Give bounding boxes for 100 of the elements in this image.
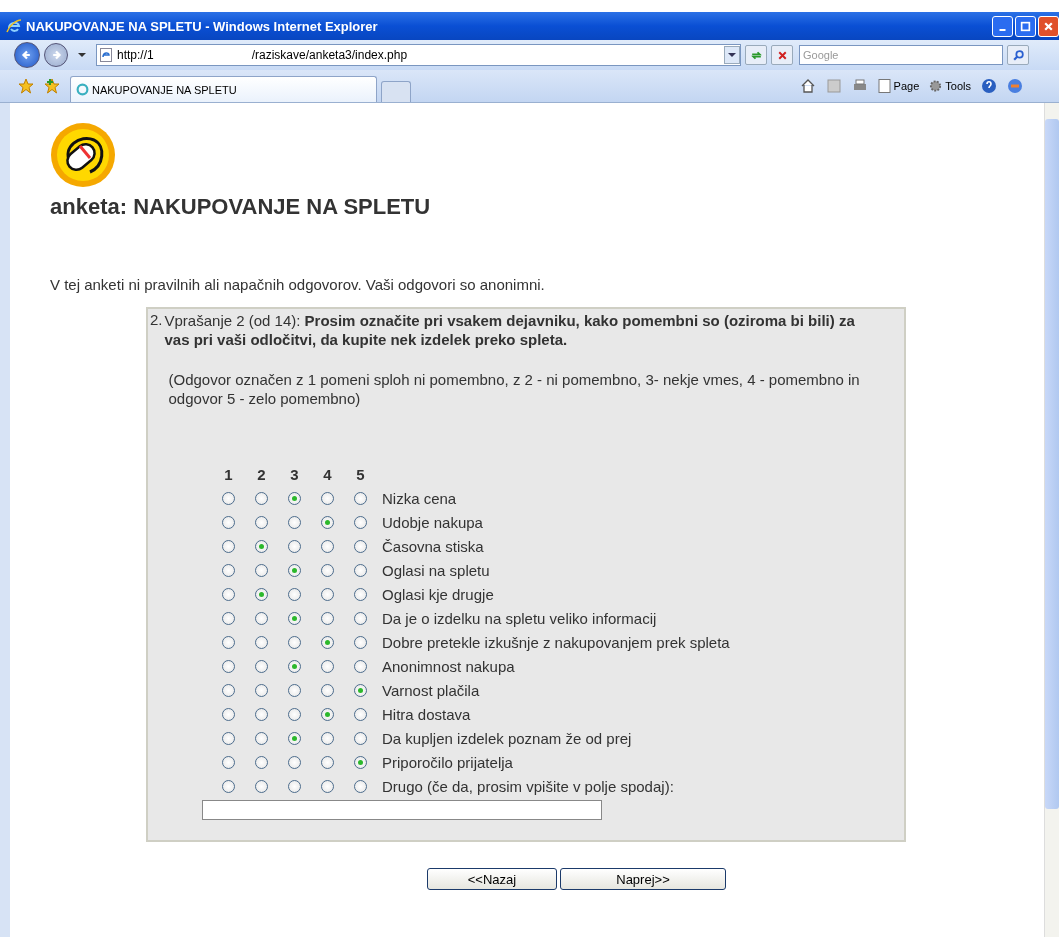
- help-icon[interactable]: [981, 78, 997, 94]
- radio-button[interactable]: [321, 707, 334, 721]
- radio-button[interactable]: [255, 635, 268, 649]
- radio-button[interactable]: [321, 587, 334, 601]
- scale-label: 3: [289, 465, 300, 483]
- radio-button[interactable]: [321, 683, 334, 697]
- radio-button[interactable]: [288, 707, 301, 721]
- radio-button[interactable]: [255, 491, 268, 505]
- radio-button[interactable]: [255, 707, 268, 721]
- scrollbar[interactable]: [1044, 103, 1059, 937]
- radio-button[interactable]: [222, 539, 235, 553]
- factor-label: Oglasi kje drugje: [382, 585, 494, 603]
- radio-button[interactable]: [222, 587, 235, 601]
- close-icon: [1043, 20, 1054, 32]
- radio-button[interactable]: [288, 731, 301, 745]
- radio-button[interactable]: [255, 779, 268, 793]
- radio-button[interactable]: [255, 731, 268, 745]
- radio-button[interactable]: [255, 683, 268, 697]
- radio-button[interactable]: [321, 611, 334, 625]
- radio-button[interactable]: [222, 611, 235, 625]
- radio-button[interactable]: [288, 563, 301, 577]
- stop-button[interactable]: [771, 45, 793, 65]
- radio-button[interactable]: [354, 779, 367, 793]
- star-icon[interactable]: [18, 78, 34, 94]
- radio-button[interactable]: [354, 539, 367, 553]
- radio-button[interactable]: [321, 731, 334, 745]
- loading-icon: [76, 83, 89, 96]
- radio-button[interactable]: [321, 659, 334, 673]
- radio-button[interactable]: [255, 563, 268, 577]
- radio-button[interactable]: [288, 779, 301, 793]
- radio-button[interactable]: [354, 707, 367, 721]
- radio-button[interactable]: [354, 755, 367, 769]
- tools-menu[interactable]: Tools: [929, 79, 971, 93]
- next-button[interactable]: Naprej>>: [560, 868, 726, 890]
- back-button[interactable]: <<Nazaj: [427, 868, 557, 890]
- radio-button[interactable]: [288, 683, 301, 697]
- radio-button[interactable]: [255, 587, 268, 601]
- radio-button[interactable]: [321, 755, 334, 769]
- radio-button[interactable]: [288, 635, 301, 649]
- radio-button[interactable]: [255, 755, 268, 769]
- close-button[interactable]: [1038, 15, 1059, 37]
- refresh-button[interactable]: [745, 45, 767, 65]
- home-icon[interactable]: [799, 78, 816, 94]
- radio-button[interactable]: [288, 659, 301, 673]
- radio-button[interactable]: [222, 779, 235, 793]
- radio-button[interactable]: [222, 563, 235, 577]
- radio-button[interactable]: [222, 755, 235, 769]
- radio-button[interactable]: [321, 491, 334, 505]
- radio-button[interactable]: [288, 755, 301, 769]
- radio-button[interactable]: [321, 515, 334, 529]
- maximize-icon: [1020, 20, 1031, 32]
- radio-button[interactable]: [222, 683, 235, 697]
- search-icon: [1011, 48, 1025, 62]
- radio-button[interactable]: [354, 731, 367, 745]
- radio-button[interactable]: [321, 563, 334, 577]
- radio-button[interactable]: [222, 515, 235, 529]
- radio-button[interactable]: [222, 731, 235, 745]
- minimize-icon: [999, 29, 1006, 31]
- scale-label: 4: [322, 465, 333, 483]
- radio-button[interactable]: [288, 515, 301, 529]
- radio-button[interactable]: [255, 659, 268, 673]
- dropdown-button[interactable]: [724, 46, 740, 64]
- radio-button[interactable]: [222, 707, 235, 721]
- back-button[interactable]: [14, 42, 40, 68]
- page-menu[interactable]: Page: [877, 79, 920, 93]
- browser-tab[interactable]: NAKUPOVANJE NA SPLETU: [70, 76, 377, 102]
- question-text: Vprašanje 2 (od 14): Prosim označite pri vsakem dejavniku, kako pomembni so (oziroma bi bili) za vas pri vaši odločitvi, da kupite nek izdelek preko spleta.: [164, 311, 856, 349]
- add-favorite-icon[interactable]: [44, 78, 60, 94]
- radio-button[interactable]: [354, 563, 367, 577]
- radio-button[interactable]: [354, 515, 367, 529]
- radio-button[interactable]: [354, 659, 367, 673]
- radio-button[interactable]: [354, 683, 367, 697]
- radio-button[interactable]: [321, 635, 334, 649]
- radio-button[interactable]: [222, 491, 235, 505]
- forward-button[interactable]: [44, 43, 68, 67]
- radio-button[interactable]: [288, 611, 301, 625]
- radio-button[interactable]: [222, 635, 235, 649]
- radio-button[interactable]: [288, 587, 301, 601]
- radio-button[interactable]: [255, 611, 268, 625]
- factor-label: Da je o izdelku na spletu veliko informacij: [382, 609, 657, 627]
- page-icon: [877, 79, 891, 93]
- radio-button[interactable]: [321, 779, 334, 793]
- radio-button[interactable]: [321, 539, 334, 553]
- radio-button[interactable]: [354, 635, 367, 649]
- radio-button[interactable]: [288, 491, 301, 505]
- address-field[interactable]: http://1 /raziskave/anketa3/index.php: [96, 44, 741, 66]
- radio-button[interactable]: [255, 539, 268, 553]
- minimize-button[interactable]: [992, 15, 1013, 37]
- search-button[interactable]: [1007, 45, 1029, 65]
- radio-button[interactable]: [354, 491, 367, 505]
- factor-label: Priporočilo prijatelja: [382, 753, 513, 771]
- input-field[interactable]: [202, 800, 602, 820]
- radio-button[interactable]: [255, 515, 268, 529]
- factor-label: Hitra dostava: [382, 705, 471, 723]
- maximize-button[interactable]: [1015, 15, 1036, 37]
- search-field[interactable]: Google: [799, 45, 1003, 65]
- radio-button[interactable]: [222, 659, 235, 673]
- radio-button[interactable]: [354, 611, 367, 625]
- radio-button[interactable]: [354, 587, 367, 601]
- radio-button[interactable]: [288, 539, 301, 553]
